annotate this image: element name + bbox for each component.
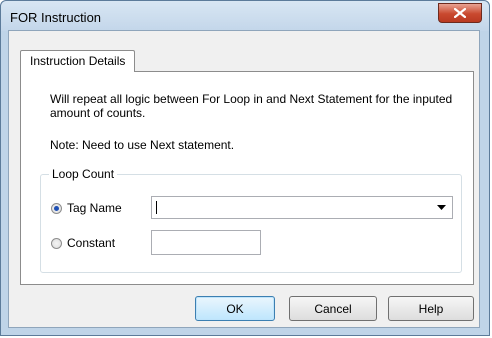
instruction-description: Will repeat all logic between For Loop i… — [50, 92, 453, 120]
tag-name-label: Tag Name — [67, 201, 122, 215]
constant-radio-option[interactable]: Constant — [51, 236, 115, 250]
tag-name-radio[interactable] — [51, 202, 62, 214]
loop-count-groupbox: Loop Count Tag Name Constant — [40, 167, 462, 273]
constant-input[interactable] — [151, 230, 261, 255]
constant-label: Constant — [67, 236, 116, 250]
text-caret — [156, 201, 157, 214]
loop-count-legend: Loop Count — [49, 167, 118, 181]
constant-radio[interactable] — [51, 237, 62, 249]
tag-name-combobox[interactable] — [151, 196, 453, 219]
chevron-down-icon[interactable] — [437, 205, 446, 210]
close-button[interactable] — [438, 3, 482, 23]
tab-instruction-details[interactable]: Instruction Details — [20, 50, 136, 72]
ok-button[interactable]: OK — [195, 296, 275, 321]
tag-name-radio-option[interactable]: Tag Name — [51, 201, 122, 215]
window-title: FOR Instruction — [10, 10, 102, 25]
title-bar[interactable]: FOR Instruction — [1, 1, 489, 31]
tag-name-input[interactable] — [152, 197, 440, 218]
cancel-button[interactable]: Cancel — [289, 296, 377, 321]
radio-selected-dot — [54, 205, 59, 211]
instruction-details-panel: Will repeat all logic between For Loop i… — [20, 71, 474, 285]
close-icon — [454, 8, 466, 18]
help-button[interactable]: Help — [388, 296, 474, 321]
instruction-note: Note: Need to use Next statement. — [50, 138, 235, 152]
